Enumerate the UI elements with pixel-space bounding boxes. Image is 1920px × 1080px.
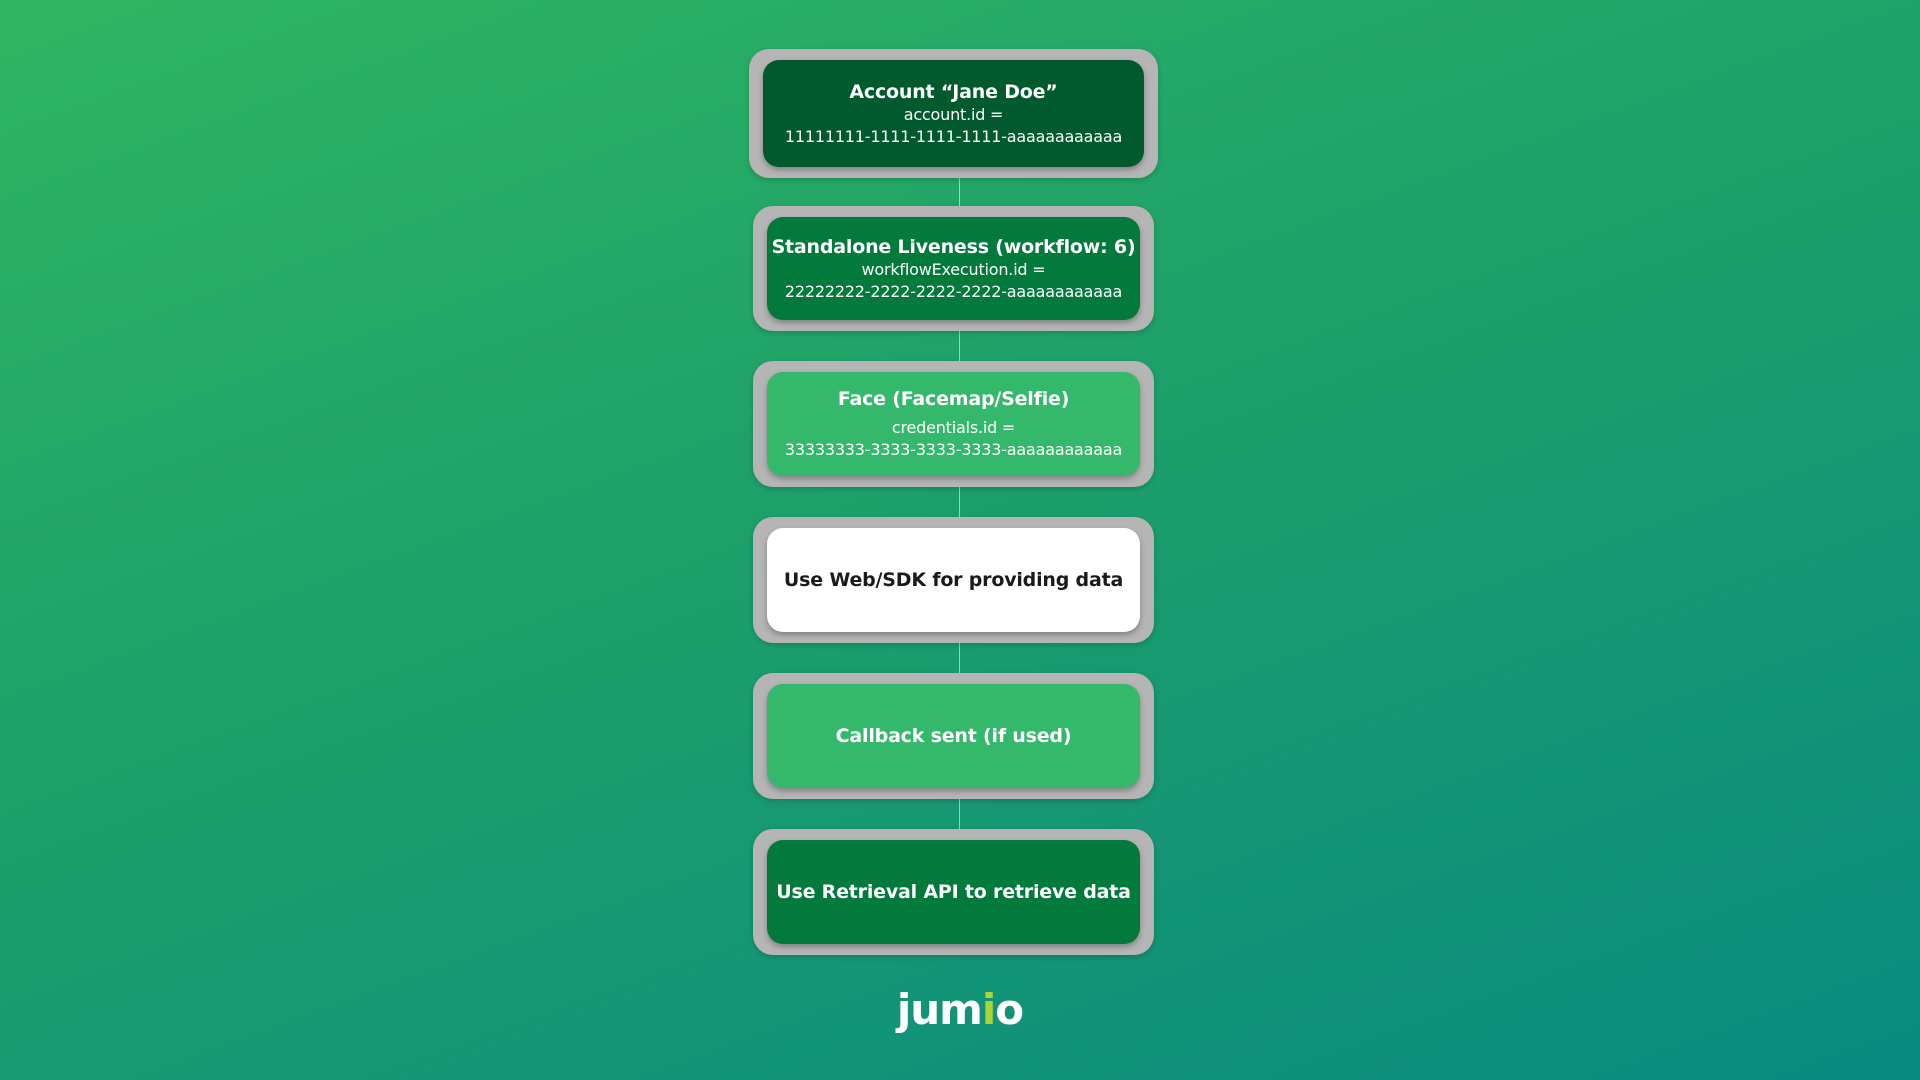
node-title: Account “Jane Doe” — [849, 80, 1058, 103]
node-id-label: account.id = — [903, 104, 1004, 124]
node-frame-retrieval: Use Retrieval API to retrieve data — [753, 829, 1154, 955]
logo-text-accent: i — [981, 985, 996, 1034]
node-frame-account: Account “Jane Doe” account.id = 11111111… — [749, 49, 1158, 178]
node-frame-callback: Callback sent (if used) — [753, 673, 1154, 799]
node-title: Callback sent (if used) — [835, 725, 1072, 747]
node-callback: Callback sent (if used) — [767, 684, 1140, 788]
node-web-sdk: Use Web/SDK for providing data — [767, 528, 1140, 632]
node-title: Use Web/SDK for providing data — [783, 569, 1124, 591]
node-title: Standalone Liveness (workflow: 6) — [771, 235, 1136, 258]
node-id-value: 22222222-2222-2222-2222-aaaaaaaaaaaa — [784, 281, 1123, 301]
jumio-logo: jumio — [0, 985, 1920, 1034]
flow-diagram: Account “Jane Doe” account.id = 11111111… — [0, 0, 1920, 1080]
connector-5 — [959, 799, 960, 829]
connector-1 — [959, 178, 960, 206]
node-id-value: 33333333-3333-3333-3333-aaaaaaaaaaaa — [784, 440, 1123, 459]
node-id-value: 11111111-1111-1111-1111-aaaaaaaaaaaa — [784, 126, 1123, 146]
node-title: Use Retrieval API to retrieve data — [776, 881, 1131, 903]
node-id-label: credentials.id = — [891, 418, 1016, 437]
logo-text-start: jum — [896, 985, 983, 1034]
node-retrieval: Use Retrieval API to retrieve data — [767, 840, 1140, 944]
connector-2 — [959, 331, 960, 361]
node-frame-face: Face (Facemap/Selfie) credentials.id = 3… — [753, 361, 1154, 487]
node-id-label: workflowExecution.id = — [861, 259, 1046, 279]
node-frame-web-sdk: Use Web/SDK for providing data — [753, 517, 1154, 643]
node-frame-workflow: Standalone Liveness (workflow: 6) workfl… — [753, 206, 1154, 331]
node-account: Account “Jane Doe” account.id = 11111111… — [763, 60, 1144, 167]
node-face: Face (Facemap/Selfie) credentials.id = 3… — [767, 372, 1140, 476]
connector-3 — [959, 487, 960, 517]
node-title: Face (Facemap/Selfie) — [837, 388, 1070, 410]
connector-4 — [959, 643, 960, 673]
logo-text-end: o — [995, 985, 1024, 1034]
node-workflow: Standalone Liveness (workflow: 6) workfl… — [767, 217, 1140, 320]
